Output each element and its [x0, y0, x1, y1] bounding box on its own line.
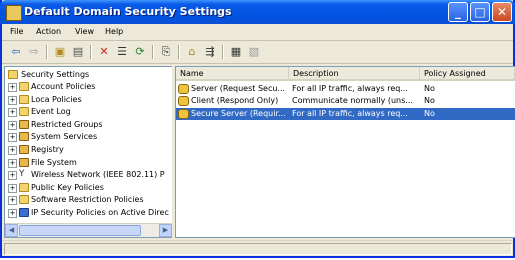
menu-action[interactable]: Action	[36, 27, 61, 36]
tree-item-label: System Services	[31, 132, 98, 142]
assign-policy-icon[interactable]: ▦	[228, 44, 244, 59]
scroll-thumb[interactable]	[19, 225, 141, 236]
expand-toggle-icon[interactable]: +	[8, 158, 17, 168]
ipsec-policy-icon	[178, 84, 189, 94]
toolbar-separator	[222, 45, 224, 59]
column-header-name[interactable]: Name	[176, 67, 289, 81]
tree-item-label: IP Security Policies on Active Direc	[31, 208, 169, 217]
column-header-description[interactable]: Description	[289, 67, 420, 81]
refresh-icon[interactable]: ⟳	[132, 44, 148, 59]
expand-toggle-icon[interactable]: +	[8, 120, 17, 130]
expand-toggle-icon[interactable]: +	[8, 209, 17, 218]
cell-name: Secure Server (Requir...	[191, 108, 286, 118]
menu-file[interactable]: File	[10, 27, 23, 36]
forward-arrow-icon[interactable]: ⇨	[26, 44, 42, 59]
scroll-right-arrow-icon[interactable]: ▶	[159, 224, 172, 237]
export-list-icon[interactable]: ⎘	[158, 44, 174, 59]
scroll-left-arrow-icon[interactable]: ◀	[5, 224, 18, 237]
expand-toggle-icon[interactable]: +	[8, 183, 17, 193]
folder-icon	[19, 107, 29, 117]
expand-toggle-icon[interactable]: +	[8, 196, 17, 206]
menu-view[interactable]: View	[75, 27, 94, 36]
delete-icon[interactable]: ✕	[96, 44, 112, 59]
details-list[interactable]: Name Description Policy Assigned Server …	[175, 66, 515, 238]
ipsec-policy-icon	[178, 96, 189, 107]
tree-root-label: Security Settings	[21, 70, 90, 79]
antenna-icon: Y	[19, 169, 25, 180]
security-settings-icon	[8, 70, 18, 79]
folder-icon	[19, 94, 29, 104]
cell-name: Client (Respond Only)	[191, 96, 279, 106]
tree-horizontal-scrollbar[interactable]: ◀ ▶	[5, 223, 172, 237]
cell-name: Server (Request Secu...	[191, 84, 286, 93]
expand-toggle-icon[interactable]: +	[8, 171, 17, 181]
cell-description: For all IP traffic, always req...	[292, 84, 408, 93]
properties-icon[interactable]: ☰	[114, 44, 130, 59]
back-arrow-icon[interactable]: ⇦	[8, 44, 24, 59]
expand-toggle-icon[interactable]: +	[8, 108, 17, 118]
list-item[interactable]: Client (Respond Only) Communicate normall…	[176, 95, 515, 107]
toolbar-separator	[46, 45, 48, 59]
policy-icon	[19, 157, 29, 167]
policy-icon	[19, 145, 29, 154]
status-bar	[2, 240, 513, 257]
tree-item-label: Wireless Network (IEEE 802.11) P	[31, 170, 165, 180]
column-header-policy-assigned[interactable]: Policy Assigned	[420, 67, 515, 81]
add-policy-icon[interactable]: ⇶	[202, 44, 218, 59]
window-title: Default Domain Security Settings	[24, 5, 232, 18]
ipsec-icon	[19, 208, 29, 217]
expand-toggle-icon[interactable]: +	[8, 83, 17, 92]
tree-item-label: File System	[31, 157, 77, 167]
toolbar-separator	[152, 45, 154, 59]
list-item[interactable]: Server (Request Secu... For all IP traffi…	[176, 83, 515, 95]
tree-item-label: Restricted Groups	[31, 119, 103, 129]
expand-toggle-icon[interactable]: +	[8, 146, 17, 155]
toolbar: ⇦ ⇨ ▣ ▤ ✕ ☰ ⟳ ⎘ ⌂ ⇶ ▦ ▧	[2, 41, 513, 64]
main-window: Default Domain Security Settings _ □ ✕ F…	[0, 0, 515, 258]
expand-toggle-icon[interactable]: +	[8, 95, 17, 105]
tree-item-label: Account Policies	[31, 82, 96, 91]
toolbar-separator	[178, 45, 180, 59]
help-icon[interactable]: ⌂	[184, 44, 200, 59]
policy-icon	[19, 132, 29, 142]
status-panel	[4, 243, 512, 255]
unassign-icon[interactable]: ▧	[246, 44, 262, 59]
title-bar[interactable]: Default Domain Security Settings _ □ ✕	[0, 0, 515, 24]
folder-icon	[19, 182, 29, 192]
tree-item-label: Registry	[31, 145, 64, 154]
cell-policy-assigned: No	[424, 108, 435, 118]
console-tree[interactable]: Security Settings + Account Policies + Loca…	[4, 66, 173, 238]
tree-item-label: Loca Policies	[31, 94, 82, 104]
maximize-button[interactable]: □	[470, 2, 490, 22]
expand-toggle-icon[interactable]: +	[8, 133, 17, 143]
show-hide-tree-icon[interactable]: ▤	[70, 44, 86, 59]
toolbar-separator	[90, 45, 92, 59]
cell-policy-assigned: No	[424, 96, 435, 106]
policy-icon	[19, 119, 29, 129]
folder-icon	[19, 82, 29, 91]
cell-description: For all IP traffic, always req...	[292, 108, 408, 118]
menu-help[interactable]: Help	[105, 27, 123, 36]
app-icon	[6, 5, 22, 21]
list-item[interactable]: Secure Server (Requir... For all IP traff…	[176, 107, 515, 120]
cell-policy-assigned: No	[424, 84, 435, 93]
tree-item-label: Software Restriction Policies	[31, 195, 144, 205]
tree-item-label: Public Key Policies	[31, 182, 104, 192]
up-folder-icon[interactable]: ▣	[52, 44, 68, 59]
ipsec-policy-icon	[178, 108, 189, 119]
menu-bar: File Action View Help	[2, 24, 513, 41]
cell-description: Communicate normally (uns...	[292, 96, 413, 106]
folder-icon	[19, 195, 29, 205]
minimize-button[interactable]: _	[448, 2, 468, 22]
tree-item-label: Event Log	[31, 107, 71, 117]
close-button[interactable]: ✕	[492, 2, 512, 22]
